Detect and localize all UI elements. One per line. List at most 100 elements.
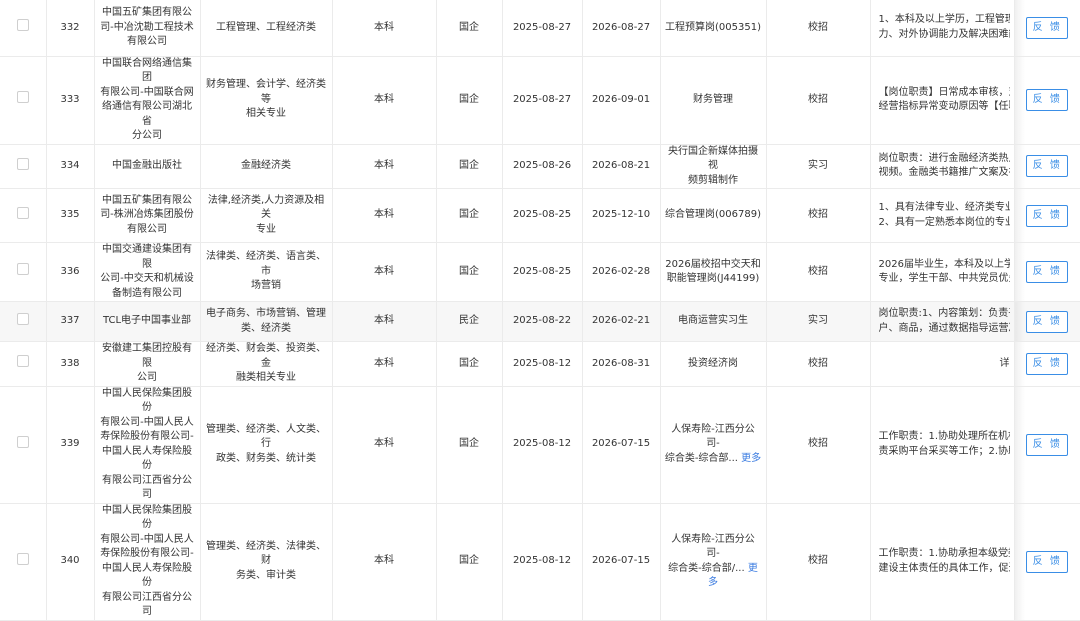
start-date-cell: 2025-08-26: [502, 144, 583, 189]
table-row[interactable]: 333 中国联合网络通信集团有限公司-中国联合网络通信有限公司湖北省分公司 财务管理…: [0, 56, 1080, 145]
major-line: 务类、审计类: [236, 569, 296, 581]
company-type-cell: 民企: [436, 301, 503, 342]
requirement-line: 1、本科及以上学历，工程管理、: [878, 14, 1010, 26]
position-line: 人保寿险-江西分公司-: [671, 533, 755, 560]
requirement-line: 视频。金融类书籍推广文案及视: [878, 167, 1010, 179]
position-line: 频剪辑制作: [688, 174, 738, 186]
start-date-cell: 2025-08-12: [502, 503, 583, 621]
more-link[interactable]: 更多: [741, 453, 761, 464]
company-name-line: 中国五矿集团有限公: [102, 194, 192, 206]
start-date-cell: 2025-08-25: [502, 188, 583, 243]
company-type-cell: 国企: [436, 0, 503, 57]
row-checkbox[interactable]: [16, 19, 29, 31]
major-line: 法律,经济类,人力资源及相关: [207, 194, 325, 221]
table-row[interactable]: 335 中国五矿集团有限公 司-株洲冶炼集团股份 有限公司 法律,经济类,人力资源及相关…: [0, 188, 1080, 243]
row-checkbox[interactable]: [16, 552, 29, 565]
feedback-button[interactable]: 反 馈: [1026, 155, 1069, 178]
feedback-button[interactable]: 反 馈: [1026, 89, 1069, 111]
feedback-button[interactable]: 反 馈: [1026, 261, 1069, 283]
table-row[interactable]: 334 中国金融出版社 金融经济类 本科 国企 2025-08-26 2026-08-21 央…: [0, 144, 1080, 189]
company-name-line: 公司: [137, 372, 157, 383]
position-line: 电商运营实习生: [678, 315, 748, 327]
requirement-line: 2、具有一定熟悉本岗位的专业知: [878, 216, 1010, 228]
end-date-cell: 2025-12-10: [582, 188, 661, 243]
row-number: 339: [46, 386, 95, 504]
row-number: 337: [46, 301, 95, 342]
position-line: 央行国企新媒体拍摄视: [668, 145, 758, 172]
table-row[interactable]: 340 中国人民保险集团股份 有限公司-中国人民人 寿保险股份有限公司- 中国人民人寿保…: [0, 503, 1080, 621]
start-date-cell: 2025-08-12: [502, 341, 583, 387]
company-name-line: 中国人民人寿保险股份: [102, 562, 192, 589]
company-type-cell: 国企: [436, 386, 503, 504]
table-row[interactable]: 338 安徽建工集团控股有限 公司 经济类、财会类、投资类、金 融类相关专业 本科 国企 20…: [0, 341, 1080, 387]
row-checkbox[interactable]: [16, 263, 29, 276]
requirement-line: 责采购平台采买等工作；2.协助处: [878, 445, 1010, 457]
education-cell: 本科: [332, 341, 437, 387]
feedback-button[interactable]: 反 馈: [1026, 204, 1069, 227]
company-name-line: 备制造有限公司: [112, 287, 182, 299]
major-line: 融类相关专业: [236, 372, 296, 383]
job-table: 332 中国五矿集团有限公 司-中冶沈勘工程技术 有限公司 工程管理、工程经济类 本科 国企…: [0, 0, 1080, 621]
company-type-cell: 国企: [436, 242, 503, 302]
requirement-line: 2026届毕业生，本科及以上学历: [878, 258, 1010, 270]
major-line: 法律类、经济类、语言类、市: [206, 251, 326, 277]
recruit-type-cell: 校招: [766, 503, 871, 621]
requirement-line: 建设主体责任的具体工作，促进党: [878, 562, 1010, 574]
row-checkbox[interactable]: [16, 206, 29, 219]
education-cell: 本科: [332, 503, 437, 621]
table-row[interactable]: 339 中国人民保险集团股份 有限公司-中国人民人 寿保险股份有限公司- 中国人民人寿保…: [0, 386, 1080, 504]
company-name-line: 有限公司江西省分公司: [102, 591, 192, 618]
requirement-line: 户、商品，通过数据指导运营决策: [878, 322, 1010, 334]
company-name-line: 分公司: [132, 130, 162, 141]
major-line: 政类、财务类、统计类: [216, 452, 316, 464]
table-row[interactable]: 336 中国交通建设集团有限 公司-中交天和机械设 备制造有限公司 法律类、经济类、语言…: [0, 242, 1080, 302]
table-row[interactable]: 332 中国五矿集团有限公 司-中冶沈勘工程技术 有限公司 工程管理、工程经济类 本科 国企…: [0, 0, 1080, 57]
row-number: 335: [46, 188, 95, 243]
end-date-cell: 2026-02-21: [582, 301, 661, 342]
company-name-line: 有限公司: [127, 36, 167, 47]
position-line: 综合类-综合部/...: [668, 562, 745, 574]
company-type-cell: 国企: [436, 341, 503, 387]
company-name-line: 中国五矿集团有限公: [102, 7, 192, 18]
recruit-type-cell: 校招: [766, 0, 871, 57]
position-line: 职能管理岗(J44199): [666, 273, 760, 284]
recruit-type-cell: 实习: [766, 144, 871, 189]
row-number: 333: [46, 56, 95, 145]
requirement-line: 1、具有法律专业、经济类专业、: [878, 202, 1010, 213]
company-name-line: 络通信有限公司湖北省: [102, 101, 192, 127]
feedback-button[interactable]: 反 馈: [1026, 550, 1069, 573]
company-name-line: TCL电子中国事业部: [102, 315, 192, 327]
feedback-button[interactable]: 反 馈: [1026, 352, 1069, 375]
education-cell: 本科: [332, 386, 437, 504]
feedback-button[interactable]: 反 馈: [1026, 16, 1069, 39]
major-line: 管理类、经济类、人文类、行: [206, 423, 326, 450]
fixed-column-shadow: [1014, 243, 1025, 301]
row-checkbox[interactable]: [16, 355, 29, 367]
company-name-line: 中国交通建设集团有限: [102, 244, 192, 270]
company-name-line: 中国联合网络通信集团: [102, 57, 192, 84]
education-cell: 本科: [332, 242, 437, 302]
major-line: 财务管理、会计学、经济类等: [206, 79, 326, 105]
feedback-button[interactable]: 反 馈: [1026, 433, 1069, 456]
education-cell: 本科: [332, 56, 437, 145]
row-checkbox[interactable]: [16, 91, 29, 104]
fixed-column-shadow: [1014, 189, 1025, 242]
education-cell: 本科: [332, 144, 437, 189]
row-checkbox[interactable]: [16, 312, 29, 325]
requirement-line: 工作职责：1.协助承担本级党委履: [878, 548, 1010, 559]
company-name-line: 有限公司江西省分公司: [102, 474, 192, 501]
fixed-column-shadow: [1014, 386, 1025, 502]
company-name-line: 有限公司-中国联合网: [100, 86, 194, 98]
row-checkbox[interactable]: [16, 435, 29, 448]
table-row[interactable]: 337 TCL电子中国事业部 电子商务、市场营销、管理 类、经济类 本科 民企 2025-0…: [0, 301, 1080, 342]
row-checkbox[interactable]: [16, 157, 29, 170]
start-date-cell: 2025-08-22: [502, 301, 583, 342]
major-line: 场营销: [251, 280, 281, 292]
fixed-column-shadow: [1014, 302, 1025, 341]
position-line: 工程预算岗(005351): [665, 21, 761, 33]
major-line: 金融经济类: [241, 160, 291, 171]
company-name-line: 有限公司-中国人民人: [100, 533, 194, 545]
company-name-line: 司-中冶沈勘工程技术: [100, 21, 194, 33]
feedback-button[interactable]: 反 馈: [1026, 310, 1069, 333]
end-date-cell: 2026-08-21: [582, 144, 661, 189]
